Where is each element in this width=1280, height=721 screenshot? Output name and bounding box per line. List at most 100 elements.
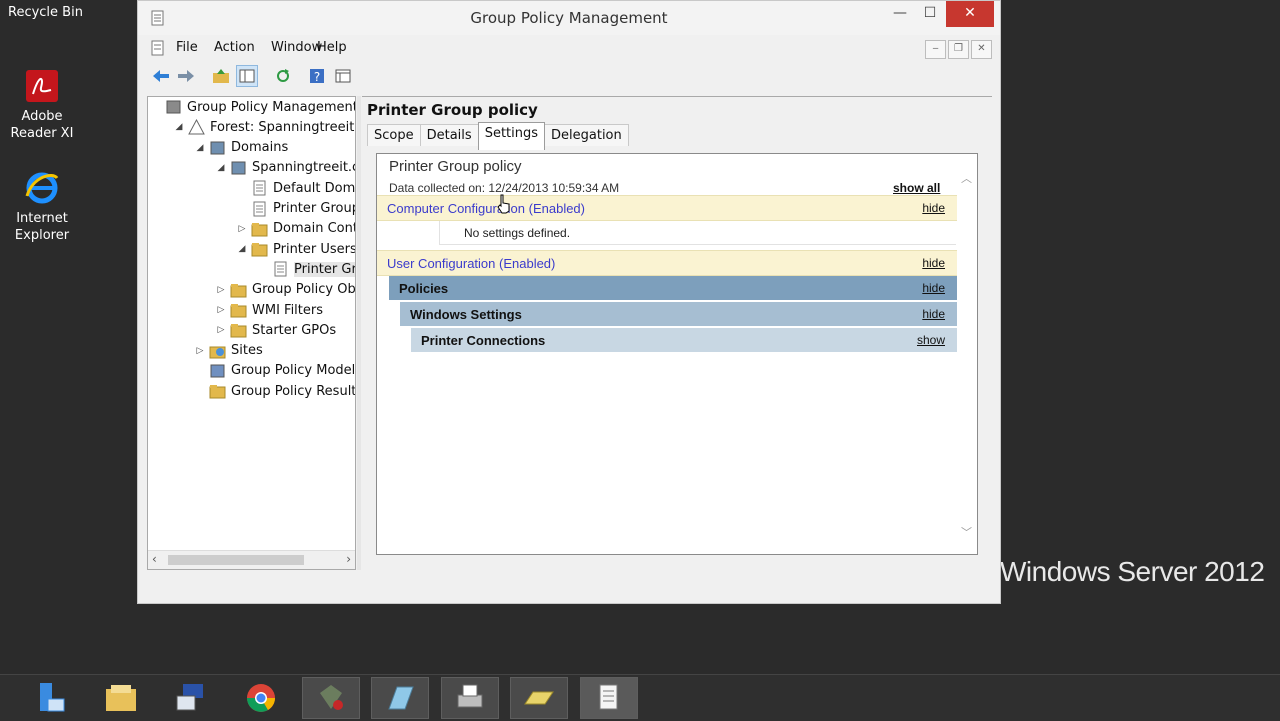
up-folder-icon — [213, 69, 229, 83]
tree-expander-icon[interactable]: ▷ — [215, 305, 227, 315]
tree-node[interactable]: Printer Group policy — [236, 199, 355, 219]
menu-action[interactable]: Action — [214, 40, 255, 55]
mdi-controls: ‒ ❐ ✕ — [925, 40, 992, 59]
minimize-button[interactable]: — — [886, 1, 914, 27]
computer-config-hide-link[interactable]: hide — [922, 201, 945, 215]
tree-expander-icon[interactable]: ◢ — [215, 163, 227, 173]
menu-window[interactable]: Window — [271, 40, 322, 55]
internet-explorer-shortcut[interactable]: Internet Explorer — [6, 170, 78, 244]
adobe-reader-shortcut[interactable]: Adobe Reader XI — [6, 68, 78, 142]
forward-button[interactable] — [175, 65, 197, 87]
tree-expander-icon[interactable]: ◢ — [173, 122, 185, 132]
taskbar-gpo-editor[interactable] — [302, 677, 360, 719]
taskbar-file-explorer[interactable] — [92, 677, 150, 719]
taskbar — [0, 674, 1280, 721]
tab-settings[interactable]: Settings — [477, 122, 546, 150]
taskbar-gpo-folder[interactable] — [510, 677, 568, 719]
computer-config-row[interactable]: Computer Configuration (Enabled) hide — [377, 195, 957, 221]
tree-node[interactable]: ▷ WMI Filters — [215, 300, 323, 320]
tree-node[interactable]: ▷ Group Policy Objects — [215, 280, 355, 300]
tree-node[interactable]: Group Policy Modeling — [194, 361, 355, 381]
policies-row[interactable]: Policies hide — [389, 276, 957, 300]
tree-node-label: Domain Controllers — [273, 221, 355, 237]
taskbar-notepad[interactable] — [371, 677, 429, 719]
title-bar[interactable]: Group Policy Management — ☐ ✕ — [138, 1, 1000, 35]
user-config-hide-link[interactable]: hide — [922, 256, 945, 270]
mdi-restore-button[interactable]: ❐ — [948, 40, 969, 59]
settings-report: Printer Group policy Data collected on: … — [376, 153, 978, 555]
scroll-up-icon[interactable]: ︿ — [961, 170, 972, 186]
domain-icon — [231, 161, 246, 175]
tree-node[interactable]: ◢ Printer Users — [236, 239, 355, 259]
tree-expander-icon[interactable]: ▷ — [215, 285, 227, 295]
scroll-right-icon[interactable]: › — [346, 552, 351, 566]
show-all-link[interactable]: show all — [893, 181, 940, 195]
ou-folder-icon — [251, 243, 268, 257]
tab-delegation[interactable]: Delegation — [544, 124, 629, 146]
svg-text:?: ? — [314, 70, 320, 84]
back-button[interactable] — [150, 65, 172, 87]
gpo-editor-icon — [320, 685, 343, 710]
tree-expander-icon[interactable]: ▷ — [194, 346, 206, 356]
tree-horizontal-scrollbar[interactable]: ‹ › — [148, 550, 355, 569]
gpm-icon — [166, 100, 181, 114]
domains-icon — [210, 141, 225, 155]
close-button[interactable]: ✕ — [946, 1, 994, 27]
taskbar-network-remote[interactable] — [162, 677, 220, 719]
up-one-level-button[interactable] — [210, 65, 232, 87]
tree-node[interactable]: Group Policy Management — [150, 97, 355, 117]
windows-settings-hide-link[interactable]: hide — [922, 307, 945, 321]
gpm-window: Group Policy Management — ☐ ✕ File Actio… — [137, 0, 1001, 604]
scroll-thumb[interactable] — [168, 555, 304, 565]
menu-help[interactable]: Help — [317, 40, 347, 55]
os-watermark: Windows Server 2012 — [1000, 556, 1265, 587]
tree-node[interactable]: Printer Group policy — [257, 259, 355, 279]
refresh-button[interactable] — [272, 65, 294, 87]
windows-settings-row[interactable]: Windows Settings hide — [400, 302, 957, 326]
mdi-minimize-button[interactable]: ‒ — [925, 40, 946, 59]
properties-button[interactable] — [332, 65, 354, 87]
tree-expander-icon[interactable]: ▷ — [236, 224, 248, 234]
tree-node[interactable]: ▷ Starter GPOs — [215, 320, 336, 340]
tree-node[interactable]: ◢ Forest: Spanningtreeit.com — [173, 117, 355, 137]
folder-icon — [230, 283, 247, 298]
printer-connections-show-link[interactable]: show — [917, 333, 945, 347]
tree-node[interactable]: ▷ Domain Controllers — [236, 219, 355, 239]
console-tree[interactable]: Group Policy Management ◢ Forest: Spanning… — [147, 96, 356, 570]
tree-node-label: Sites — [231, 343, 263, 359]
tree-expander-icon[interactable]: ▷ — [215, 325, 227, 335]
menu-file[interactable]: File — [176, 40, 198, 55]
tree-node[interactable]: Group Policy Results — [194, 381, 355, 401]
refresh-icon — [277, 69, 289, 82]
tree-expander-icon[interactable]: ◢ — [236, 244, 248, 254]
recycle-bin-label[interactable]: Recycle Bin — [8, 5, 83, 20]
user-config-row[interactable]: User Configuration (Enabled) hide — [377, 250, 957, 276]
taskbar-chrome[interactable] — [232, 677, 290, 719]
taskbar-print-management[interactable] — [441, 677, 499, 719]
windows-settings-label: Windows Settings — [410, 306, 522, 322]
internet-explorer-label-1: Internet — [16, 211, 68, 226]
ou-folder-icon — [251, 222, 268, 237]
tab-details[interactable]: Details — [419, 124, 479, 146]
tree-node[interactable]: ◢ Domains — [194, 138, 289, 158]
scroll-left-icon[interactable]: ‹ — [152, 552, 157, 566]
mmc-menu-icon[interactable] — [150, 40, 166, 56]
tab-scope[interactable]: Scope — [367, 124, 421, 146]
help-button[interactable]: ? — [306, 65, 328, 87]
maximize-button[interactable]: ☐ — [916, 1, 944, 27]
tree-expander-icon[interactable]: ◢ — [194, 143, 206, 153]
tree-node[interactable]: ▷ Sites — [194, 341, 263, 361]
printer-connections-row[interactable]: Printer Connections show — [411, 328, 957, 352]
tree-node[interactable]: ◢ Spanningtreeit.com — [215, 158, 355, 178]
taskbar-group-policy-management[interactable] — [580, 677, 638, 719]
pane-splitter[interactable] — [357, 96, 361, 570]
file-explorer-icon — [106, 685, 136, 711]
taskbar-server-manager[interactable] — [22, 677, 80, 719]
tree-node[interactable]: Default Domain Policy — [236, 178, 355, 198]
internet-explorer-icon — [25, 172, 59, 204]
show-hide-tree-button[interactable] — [236, 65, 258, 87]
scroll-down-icon[interactable]: ﹀ — [961, 524, 972, 540]
policies-hide-link[interactable]: hide — [922, 281, 945, 295]
mdi-close-button[interactable]: ✕ — [971, 40, 992, 59]
no-settings-text: No settings defined. — [439, 221, 956, 245]
